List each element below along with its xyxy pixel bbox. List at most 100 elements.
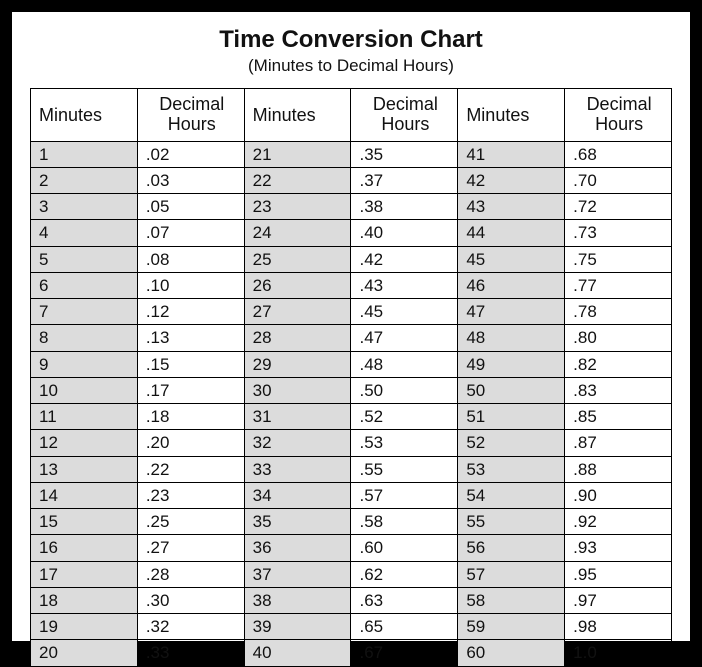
table-row: 12.2032.5352.87 xyxy=(31,430,672,456)
cell-decimal: .78 xyxy=(565,299,672,325)
cell-decimal: .82 xyxy=(565,351,672,377)
cell-minutes: 45 xyxy=(458,246,565,272)
cell-decimal: .38 xyxy=(351,194,458,220)
cell-minutes: 13 xyxy=(31,456,138,482)
cell-minutes: 12 xyxy=(31,430,138,456)
cell-decimal: .62 xyxy=(351,561,458,587)
cell-minutes: 17 xyxy=(31,561,138,587)
table-row: 13.2233.5553.88 xyxy=(31,456,672,482)
page-subtitle: (Minutes to Decimal Hours) xyxy=(30,56,672,76)
cell-minutes: 37 xyxy=(244,561,351,587)
cell-minutes: 7 xyxy=(31,299,138,325)
cell-minutes: 55 xyxy=(458,509,565,535)
cell-minutes: 4 xyxy=(31,220,138,246)
cell-decimal: .98 xyxy=(565,614,672,640)
cell-decimal: .37 xyxy=(351,167,458,193)
cell-minutes: 44 xyxy=(458,220,565,246)
cell-decimal: .70 xyxy=(565,167,672,193)
cell-minutes: 52 xyxy=(458,430,565,456)
cell-minutes: 36 xyxy=(244,535,351,561)
cell-decimal: .27 xyxy=(137,535,244,561)
col-header-decimal: DecimalHours xyxy=(137,89,244,142)
cell-decimal: .05 xyxy=(137,194,244,220)
col-header-minutes: Minutes xyxy=(244,89,351,142)
table-row: 7.1227.4547.78 xyxy=(31,299,672,325)
cell-minutes: 3 xyxy=(31,194,138,220)
conversion-table: Minutes DecimalHours Minutes DecimalHour… xyxy=(30,88,672,667)
table-row: 11.1831.5251.85 xyxy=(31,404,672,430)
table-row: 5.0825.4245.75 xyxy=(31,246,672,272)
table-row: 1.0221.3541.68 xyxy=(31,141,672,167)
cell-decimal: .90 xyxy=(565,482,672,508)
cell-decimal: .72 xyxy=(565,194,672,220)
table-row: 6.1026.4346.77 xyxy=(31,272,672,298)
cell-minutes: 24 xyxy=(244,220,351,246)
cell-minutes: 5 xyxy=(31,246,138,272)
cell-decimal: .25 xyxy=(137,509,244,535)
cell-minutes: 27 xyxy=(244,299,351,325)
cell-decimal: .68 xyxy=(565,141,672,167)
cell-decimal: .88 xyxy=(565,456,672,482)
cell-decimal: .83 xyxy=(565,377,672,403)
cell-minutes: 43 xyxy=(458,194,565,220)
cell-minutes: 23 xyxy=(244,194,351,220)
cell-minutes: 50 xyxy=(458,377,565,403)
cell-decimal: .77 xyxy=(565,272,672,298)
table-row: 19.3239.6559.98 xyxy=(31,614,672,640)
cell-decimal: .07 xyxy=(137,220,244,246)
cell-decimal: .48 xyxy=(351,351,458,377)
cell-minutes: 16 xyxy=(31,535,138,561)
cell-minutes: 1 xyxy=(31,141,138,167)
chart-page: Time Conversion Chart (Minutes to Decima… xyxy=(12,12,690,641)
cell-minutes: 19 xyxy=(31,614,138,640)
cell-decimal: .58 xyxy=(351,509,458,535)
cell-decimal: .45 xyxy=(351,299,458,325)
cell-decimal: .30 xyxy=(137,587,244,613)
cell-minutes: 47 xyxy=(458,299,565,325)
cell-decimal: .10 xyxy=(137,272,244,298)
cell-minutes: 34 xyxy=(244,482,351,508)
cell-minutes: 39 xyxy=(244,614,351,640)
table-body: 1.0221.3541.682.0322.3742.703.0523.3843.… xyxy=(31,141,672,666)
cell-minutes: 31 xyxy=(244,404,351,430)
cell-decimal: .18 xyxy=(137,404,244,430)
cell-decimal: .02 xyxy=(137,141,244,167)
cell-decimal: .85 xyxy=(565,404,672,430)
cell-decimal: .35 xyxy=(351,141,458,167)
cell-decimal: .12 xyxy=(137,299,244,325)
table-row: 2.0322.3742.70 xyxy=(31,167,672,193)
cell-minutes: 51 xyxy=(458,404,565,430)
cell-decimal: .97 xyxy=(565,587,672,613)
cell-decimal: .93 xyxy=(565,535,672,561)
col-header-minutes: Minutes xyxy=(458,89,565,142)
table-row: 18.3038.6358.97 xyxy=(31,587,672,613)
cell-decimal: .13 xyxy=(137,325,244,351)
cell-decimal: .42 xyxy=(351,246,458,272)
cell-decimal: .87 xyxy=(565,430,672,456)
cell-decimal: .43 xyxy=(351,272,458,298)
cell-decimal: .53 xyxy=(351,430,458,456)
cell-decimal: .75 xyxy=(565,246,672,272)
cell-decimal: .17 xyxy=(137,377,244,403)
cell-minutes: 46 xyxy=(458,272,565,298)
table-row: 14.2334.5754.90 xyxy=(31,482,672,508)
cell-minutes: 48 xyxy=(458,325,565,351)
cell-minutes: 9 xyxy=(31,351,138,377)
cell-minutes: 2 xyxy=(31,167,138,193)
page-title: Time Conversion Chart xyxy=(30,26,672,54)
cell-minutes: 11 xyxy=(31,404,138,430)
cell-minutes: 26 xyxy=(244,272,351,298)
cell-decimal: .40 xyxy=(351,220,458,246)
table-row: 4.0724.4044.73 xyxy=(31,220,672,246)
cell-minutes: 33 xyxy=(244,456,351,482)
cell-decimal: .73 xyxy=(565,220,672,246)
cell-minutes: 22 xyxy=(244,167,351,193)
table-row: 9.1529.4849.82 xyxy=(31,351,672,377)
cell-decimal: .47 xyxy=(351,325,458,351)
cell-decimal: .92 xyxy=(565,509,672,535)
table-header-row: Minutes DecimalHours Minutes DecimalHour… xyxy=(31,89,672,142)
cell-minutes: 49 xyxy=(458,351,565,377)
cell-minutes: 38 xyxy=(244,587,351,613)
col-header-minutes: Minutes xyxy=(31,89,138,142)
table-row: 10.1730.5050.83 xyxy=(31,377,672,403)
